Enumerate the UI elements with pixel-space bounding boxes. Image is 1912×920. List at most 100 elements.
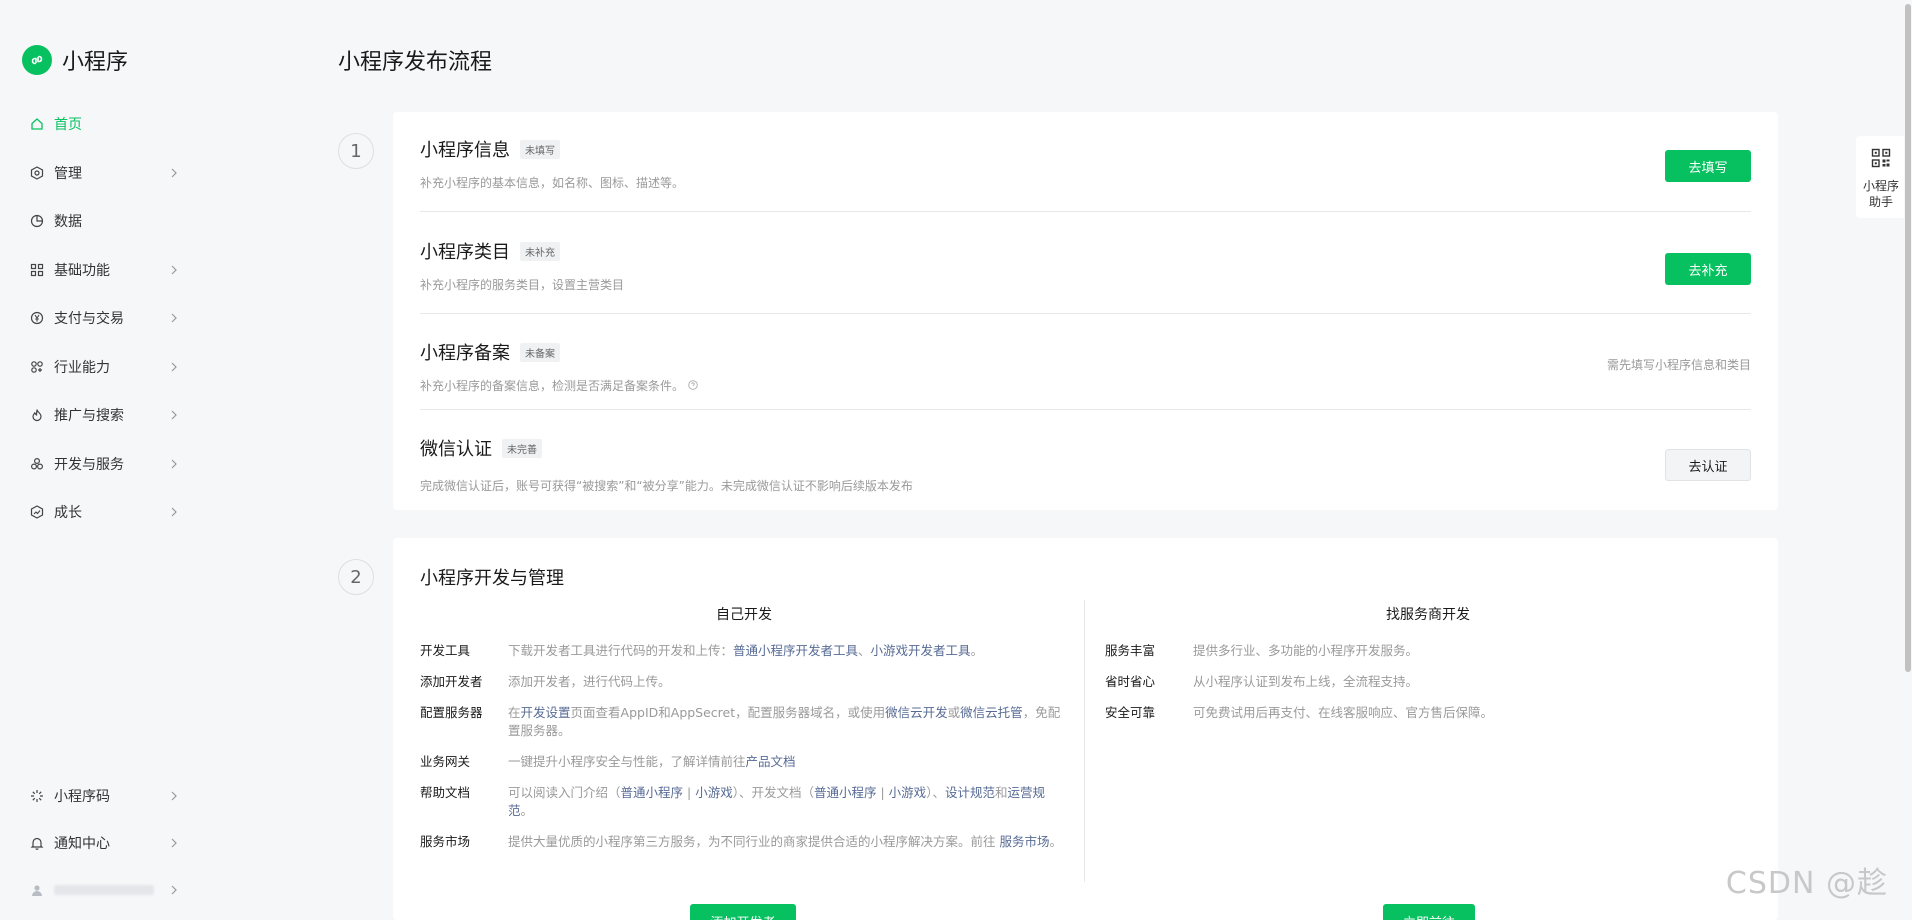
- chevron-right-icon: [168, 884, 180, 896]
- sidebar-item-label: 推广与搜索: [54, 408, 124, 425]
- status-badge: 未补充: [520, 241, 560, 261]
- product-docs-link[interactable]: 产品文档: [746, 754, 796, 769]
- info-value: 可以阅读入门介绍（普通小程序 | 小游戏）、开发文档（普通小程序 | 小游戏）、…: [508, 785, 1045, 818]
- sidebar-item-label: 基础功能: [54, 262, 110, 279]
- mini-program-logo-icon: [22, 45, 52, 75]
- code-icon: [30, 789, 44, 803]
- sidebar-nav: 首页 管理 数据 基础功能 支付与交易 行业能力 推广与搜索 开发与服务 成长: [30, 100, 180, 537]
- info-key: 开发工具: [420, 643, 471, 658]
- game-dev-tool-link[interactable]: 小游戏开发者工具: [871, 643, 971, 658]
- sidebar-item-account[interactable]: [30, 866, 180, 913]
- sidebar-item-label: 管理: [54, 165, 82, 182]
- sidebar-item-label: 成长: [54, 505, 82, 522]
- divider: [420, 313, 1751, 314]
- info-value: 提供多行业、多功能的小程序开发服务。: [1193, 643, 1419, 658]
- chevron-right-icon: [168, 790, 180, 802]
- services-icon: [30, 457, 44, 471]
- info-row: 开发工具 下载开发者工具进行代码的开发和上传：普通小程序开发者工具、小游戏开发者…: [420, 642, 1068, 660]
- info-row: 添加开发者 添加开发者，进行代码上传。: [420, 673, 1068, 691]
- verify-button[interactable]: 去认证: [1665, 449, 1751, 481]
- info-value: 可免费试用后再支付、在线客服响应、官方售后保障。: [1193, 705, 1494, 720]
- row-description: 完成微信认证后，账号可获得“被搜索”和“被分享”能力。未完成微信认证不影响后续版…: [420, 479, 913, 493]
- help-circle-icon[interactable]: [688, 379, 698, 393]
- sidebar: 小程序 首页 管理 数据 基础功能 支付与交易 行业能力 推广与搜索 开发与服务…: [0, 0, 210, 920]
- info-value: 添加开发者，进行代码上传。: [508, 674, 671, 689]
- sidebar-item-label: 数据: [54, 214, 82, 231]
- row-title: 微信认证: [420, 439, 492, 460]
- flame-icon: [30, 408, 44, 422]
- info-row: 帮助文档 可以阅读入门介绍（普通小程序 | 小游戏）、开发文档（普通小程序 | …: [420, 784, 1068, 820]
- sidebar-item-label: 支付与交易: [54, 311, 124, 328]
- sidebar-item-promotion[interactable]: 推广与搜索: [30, 391, 180, 440]
- step-row-filing: 小程序备案 未备案 补充小程序的备案信息，检测是否满足备案条件。: [420, 339, 1751, 394]
- info-row: 业务网关 一键提升小程序安全与性能，了解详情前往产品文档: [420, 753, 1068, 771]
- sidebar-item-payment[interactable]: 支付与交易: [30, 294, 180, 343]
- sidebar-item-industry[interactable]: 行业能力: [30, 343, 180, 392]
- sidebar-item-notifications[interactable]: 通知中心: [30, 819, 180, 866]
- fill-info-button[interactable]: 去填写: [1665, 150, 1751, 182]
- chevron-right-icon: [168, 264, 180, 276]
- add-developer-button[interactable]: 添加开发者: [690, 904, 796, 920]
- status-badge: 未完善: [502, 438, 542, 458]
- step-row-info: 小程序信息 未填写 补充小程序的基本信息，如名称、图标、描述等。: [420, 136, 1751, 191]
- provider-dev-column: 找服务商开发 服务丰富 提供多行业、多功能的小程序开发服务。 省时省心 从小程序…: [1105, 604, 1751, 735]
- sidebar-item-manage[interactable]: 管理: [30, 149, 180, 198]
- info-value: 提供大量优质的小程序第三方服务，为不同行业的商家提供合适的小程序解决方案。前往 …: [508, 834, 1063, 849]
- filing-hint: 需先填写小程序信息和类目: [1606, 358, 1751, 372]
- watermark: CSDN @趁: [1725, 866, 1888, 901]
- sidebar-item-basic-features[interactable]: 基础功能: [30, 246, 180, 295]
- info-key: 服务丰富: [1105, 643, 1156, 658]
- page-title: 小程序发布流程: [338, 50, 493, 75]
- info-row: 服务市场 提供大量优质的小程序第三方服务，为不同行业的商家提供合适的小程序解决方…: [420, 833, 1068, 851]
- brand[interactable]: 小程序: [22, 44, 128, 76]
- dev-management-card: 小程序开发与管理 自己开发 开发工具 下载开发者工具进行代码的开发和上传：普通小…: [393, 538, 1778, 920]
- dev-tool-link[interactable]: 普通小程序开发者工具: [733, 643, 858, 658]
- design-guide-link[interactable]: 设计规范: [945, 785, 995, 800]
- info-value: 下载开发者工具进行代码的开发和上传：普通小程序开发者工具、小游戏开发者工具。: [508, 643, 984, 658]
- intro-game-link[interactable]: 小游戏: [695, 785, 733, 800]
- dev-settings-link[interactable]: 开发设置: [521, 705, 571, 720]
- assistant-panel[interactable]: 小程序助手: [1856, 136, 1906, 218]
- go-now-button[interactable]: 立即前往: [1383, 904, 1475, 920]
- cloud-dev-link[interactable]: 微信云开发: [885, 705, 948, 720]
- sidebar-item-qr-code[interactable]: 小程序码: [30, 772, 180, 819]
- info-key: 业务网关: [420, 754, 471, 769]
- sidebar-item-dev-services[interactable]: 开发与服务: [30, 440, 180, 489]
- row-description: 补充小程序的备案信息，检测是否满足备案条件。: [420, 377, 1751, 394]
- divider: [420, 211, 1751, 212]
- info-row: 服务丰富 提供多行业、多功能的小程序开发服务。: [1105, 642, 1751, 660]
- intro-miniprogram-link[interactable]: 普通小程序: [621, 785, 684, 800]
- row-title: 小程序信息: [420, 140, 510, 161]
- info-key: 帮助文档: [420, 785, 471, 800]
- info-key: 服务市场: [420, 834, 471, 849]
- info-value: 从小程序认证到发布上线，全流程支持。: [1193, 674, 1419, 689]
- service-market-link[interactable]: 服务市场: [999, 834, 1049, 849]
- info-value: 在开发设置页面查看AppID和AppSecret，配置服务器域名，或使用微信云开…: [508, 705, 1061, 738]
- docs-miniprogram-link[interactable]: 普通小程序: [814, 785, 877, 800]
- docs-game-link[interactable]: 小游戏: [889, 785, 927, 800]
- industry-icon: [30, 360, 44, 374]
- status-badge: 未填写: [520, 139, 560, 159]
- chevron-right-icon: [168, 167, 180, 179]
- sidebar-item-data[interactable]: 数据: [30, 197, 180, 246]
- step-number-2: 2: [338, 559, 374, 595]
- info-row: 配置服务器 在开发设置页面查看AppID和AppSecret，配置服务器域名，或…: [420, 704, 1068, 740]
- manage-icon: [30, 166, 44, 180]
- row-title: 小程序类目: [420, 242, 510, 263]
- chart-pie-icon: [30, 214, 44, 228]
- column-heading: 找服务商开发: [1386, 607, 1470, 623]
- add-category-button[interactable]: 去补充: [1665, 253, 1751, 285]
- info-key: 添加开发者: [420, 674, 483, 689]
- divider: [420, 409, 1751, 410]
- step-number-1: 1: [338, 133, 374, 169]
- cloud-hosting-link[interactable]: 微信云托管: [960, 705, 1023, 720]
- sidebar-item-growth[interactable]: 成长: [30, 488, 180, 537]
- scrollbar-thumb[interactable]: [1905, 4, 1911, 672]
- sidebar-item-home[interactable]: 首页: [30, 100, 180, 149]
- row-title: 小程序备案: [420, 343, 510, 364]
- publish-steps-card: 小程序信息 未填写 补充小程序的基本信息，如名称、图标、描述等。 去填写 小程序类…: [393, 112, 1778, 510]
- info-row: 安全可靠 可免费试用后再支付、在线客服响应、官方售后保障。: [1105, 704, 1751, 722]
- info-key: 省时省心: [1105, 674, 1156, 689]
- home-icon: [30, 117, 44, 131]
- growth-icon: [30, 505, 44, 519]
